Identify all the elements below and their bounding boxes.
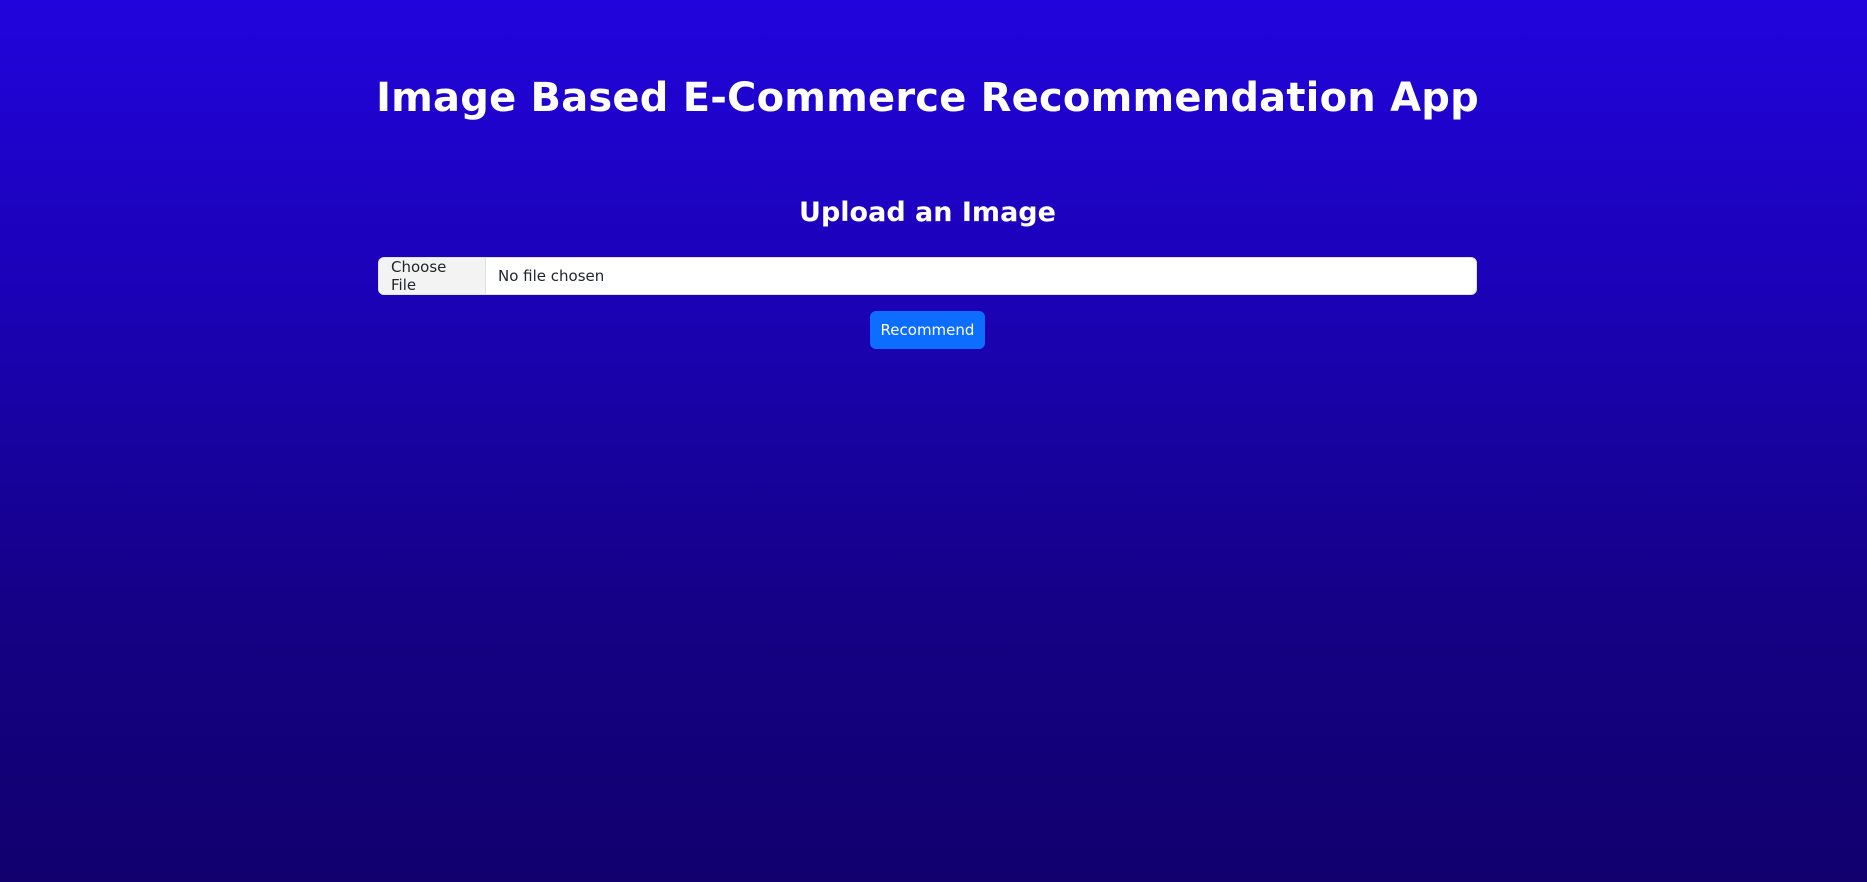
page-container: Image Based E-Commerce Recommendation Ap… [0,0,1867,882]
choose-file-button[interactable]: Choose File [379,258,486,294]
upload-heading: Upload an Image [799,197,1056,228]
page-title: Image Based E-Commerce Recommendation Ap… [376,75,1479,121]
file-upload-input[interactable]: Choose File No file chosen [378,257,1477,295]
file-status-text: No file chosen [498,267,605,285]
recommend-button[interactable]: Recommend [870,311,985,349]
